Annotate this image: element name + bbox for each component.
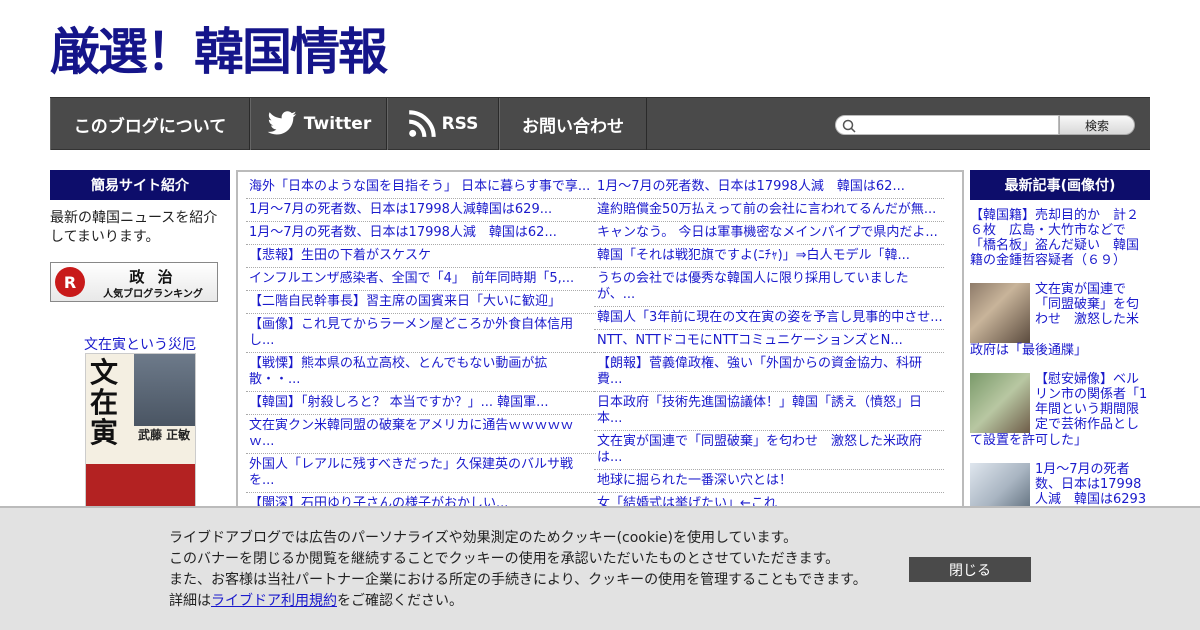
recent-article[interactable]: 【慰安婦像】ベルリン市の関係者「1年間という期間限定で芸術作品として設置を許可し… [970, 372, 1150, 448]
article-link[interactable]: 1月～7月の死者数、日本は17998人減 韓国は62... [246, 222, 596, 245]
cookie-line: ライブドアブログでは広告のパーソナライズや効果測定のためクッキー(cookie)… [169, 530, 798, 546]
article-link[interactable]: インフルエンザ感染者、全国で「4」 前年同時期「5,... [246, 268, 596, 291]
article-link[interactable]: 【戦慄】熊本県の私立高校、とんでもない動画が拡散・・... [246, 353, 596, 392]
page: 厳選！韓国情報 このブログについて Twitter RSS お問い合わせ 検索 … [0, 0, 1200, 630]
recent-article[interactable]: 【韓国籍】売却目的か 計２６枚 広島・大竹市などで「橋名板」盗んだ疑い 韓国籍の… [970, 208, 1150, 268]
search-button[interactable]: 検索 [1059, 115, 1135, 135]
article-link[interactable]: 【韓国】「射殺しろと？ 本当ですか？」... 韓国軍... [246, 392, 596, 415]
rss-icon [408, 110, 436, 138]
article-thumbnail[interactable] [970, 373, 1030, 433]
book-cover-image[interactable]: 文在寅 武藤 正敏 [85, 353, 196, 513]
recent-articles-heading: 最新記事(画像付) [970, 170, 1150, 200]
nav-bar: このブログについて Twitter RSS お問い合わせ 検索 [50, 97, 1150, 150]
cookie-close-button[interactable]: 閉じる [909, 557, 1031, 582]
article-link[interactable]: 外国人「レアルに残すべきだった」久保建英のバルサ戦を... [246, 454, 596, 493]
nav-rss-link[interactable]: RSS [387, 98, 499, 150]
cookie-line: このバナーを閉じるか閲覧を継続することでクッキーの使用を承認いただいたものとさせ… [169, 551, 840, 567]
right-sidebar: 最新記事(画像付) 【韓国籍】売却目的か 計２６枚 広島・大竹市などで「橋名板」… [970, 170, 1150, 536]
article-link[interactable]: キャンなう。 今日は軍事機密なメインパイプで県内だよ... [594, 222, 944, 245]
recent-articles-list: 【韓国籍】売却目的か 計２６枚 広島・大竹市などで「橋名板」盗んだ疑い 韓国籍の… [970, 208, 1150, 523]
cookie-line: また、お客様は当社パートナー企業における所定の手続きにより、クッキーの使用を管理… [169, 572, 867, 588]
cookie-text: ライブドアブログでは広告のパーソナライズや効果測定のためクッキー(cookie)… [169, 528, 867, 612]
nav-contact-link[interactable]: お問い合わせ [499, 98, 647, 150]
link-column-right: 1月～7月の死者数、日本は17998人減 韓国は62... 違約賠償金50万払えっ… [594, 176, 944, 508]
search-icon [842, 119, 856, 133]
article-thumbnail[interactable] [970, 283, 1030, 343]
article-link[interactable]: 地球に掘られた一番深い穴とは！ [594, 470, 944, 493]
twitter-icon [267, 111, 297, 135]
article-link[interactable]: 韓国「それは戦犯旗ですよ(ﾆﾁｬ)」⇒白人モデル「韓... [594, 245, 944, 268]
cookie-banner: ライブドアブログでは広告のパーソナライズや効果測定のためクッキー(cookie)… [0, 506, 1200, 630]
article-link[interactable]: 海外「日本のような国を目指そう」 日本に暮らす事で享... [246, 176, 596, 199]
article-link[interactable]: 文在寅クン米韓同盟の破棄をアメリカに通告ｗｗｗｗｗｗ... [246, 415, 596, 454]
article-link[interactable]: 日本政府「技術先進国協議体！」韓国「誘え（憤怒」日本... [594, 392, 944, 431]
article-link[interactable]: 【悲報】生田の下着がスケスケ [246, 245, 596, 268]
nav-rss-label: RSS [441, 114, 479, 134]
article-link[interactable]: うちの会社では優秀な韓国人に限り採用していましたが、... [594, 268, 944, 307]
book-title-link[interactable]: 文在寅という災厄 [50, 334, 230, 354]
nav-contact-label: お問い合わせ [522, 116, 624, 137]
article-link[interactable]: 1月〜7月の死者数、日本は17998人減韓国は629... [246, 199, 596, 222]
cookie-line-prefix: 詳細は [169, 593, 211, 609]
link-column-left: 海外「日本のような国を目指そう」 日本に暮らす事で享... 1月〜7月の死者数、日… [246, 176, 596, 508]
nav-twitter-label: Twitter [303, 114, 372, 134]
recent-article-title[interactable]: 【韓国籍】売却目的か 計２６枚 広島・大竹市などで「橋名板」盗んだ疑い 韓国籍の… [970, 208, 1139, 268]
recent-article[interactable]: 文在寅が国連で「同盟破棄」を匂わせ 激怒した米政府は「最後通牒」 [970, 282, 1150, 358]
book-photo [134, 354, 195, 426]
article-link-list: 海外「日本のような国を目指そう」 日本に暮らす事で享... 1月〜7月の死者数、日… [236, 170, 964, 510]
blog-ranking-banner[interactable]: R 政 治 人気ブログランキング [50, 262, 218, 302]
nav-about-link[interactable]: このブログについて [50, 98, 250, 150]
nav-about-label: このブログについて [73, 116, 227, 137]
article-link[interactable]: 文在寅が国連で「同盟破棄」を匂わせ 激怒した米政府は... [594, 431, 944, 470]
site-intro-text: 最新の韓国ニュースを紹介してまいります。 [50, 210, 218, 245]
article-link[interactable]: 【朗報】菅義偉政権、強い「外国からの資金協力、科研費... [594, 353, 944, 392]
nav-twitter-link[interactable]: Twitter [250, 98, 387, 150]
left-sidebar: 簡易サイト紹介 最新の韓国ニュースを紹介してまいります。 R 政 治 人気ブログ… [50, 170, 230, 513]
article-link[interactable]: 違約賠償金50万払えって前の会社に言われてるんだが無... [594, 199, 944, 222]
search-input[interactable] [835, 115, 1059, 135]
article-link[interactable]: 【二階自民幹事長】習主席の国賓来日「大いに歓迎」 [246, 291, 596, 314]
book-author: 武藤 正敏 [138, 428, 191, 442]
site-title[interactable]: 厳選！韓国情報 [50, 20, 388, 84]
cookie-line-suffix: をご確認ください。 [337, 593, 463, 609]
article-link[interactable]: NTT、NTTドコモにNTTコミュニケーションズとN... [594, 330, 944, 353]
article-link[interactable]: 【画像】これ見てからラーメン屋どころか外食自体信用し... [246, 314, 596, 353]
article-link[interactable]: 韓国人「3年前に現在の文在寅の姿を予言し見事的中させ... [594, 307, 944, 330]
cookie-line: 詳細はライブドア利用規約をご確認ください。 [169, 591, 867, 612]
ranking-category: 政 治 [129, 268, 177, 286]
site-intro-heading: 簡易サイト紹介 [50, 170, 230, 200]
ranking-subtitle: 人気ブログランキング [103, 289, 203, 300]
ranking-logo-icon: R [55, 267, 85, 297]
book-cover-title: 文在寅 [90, 356, 119, 449]
terms-link[interactable]: ライブドア利用規約 [211, 593, 337, 609]
article-link[interactable]: 1月～7月の死者数、日本は17998人減 韓国は62... [594, 176, 944, 199]
